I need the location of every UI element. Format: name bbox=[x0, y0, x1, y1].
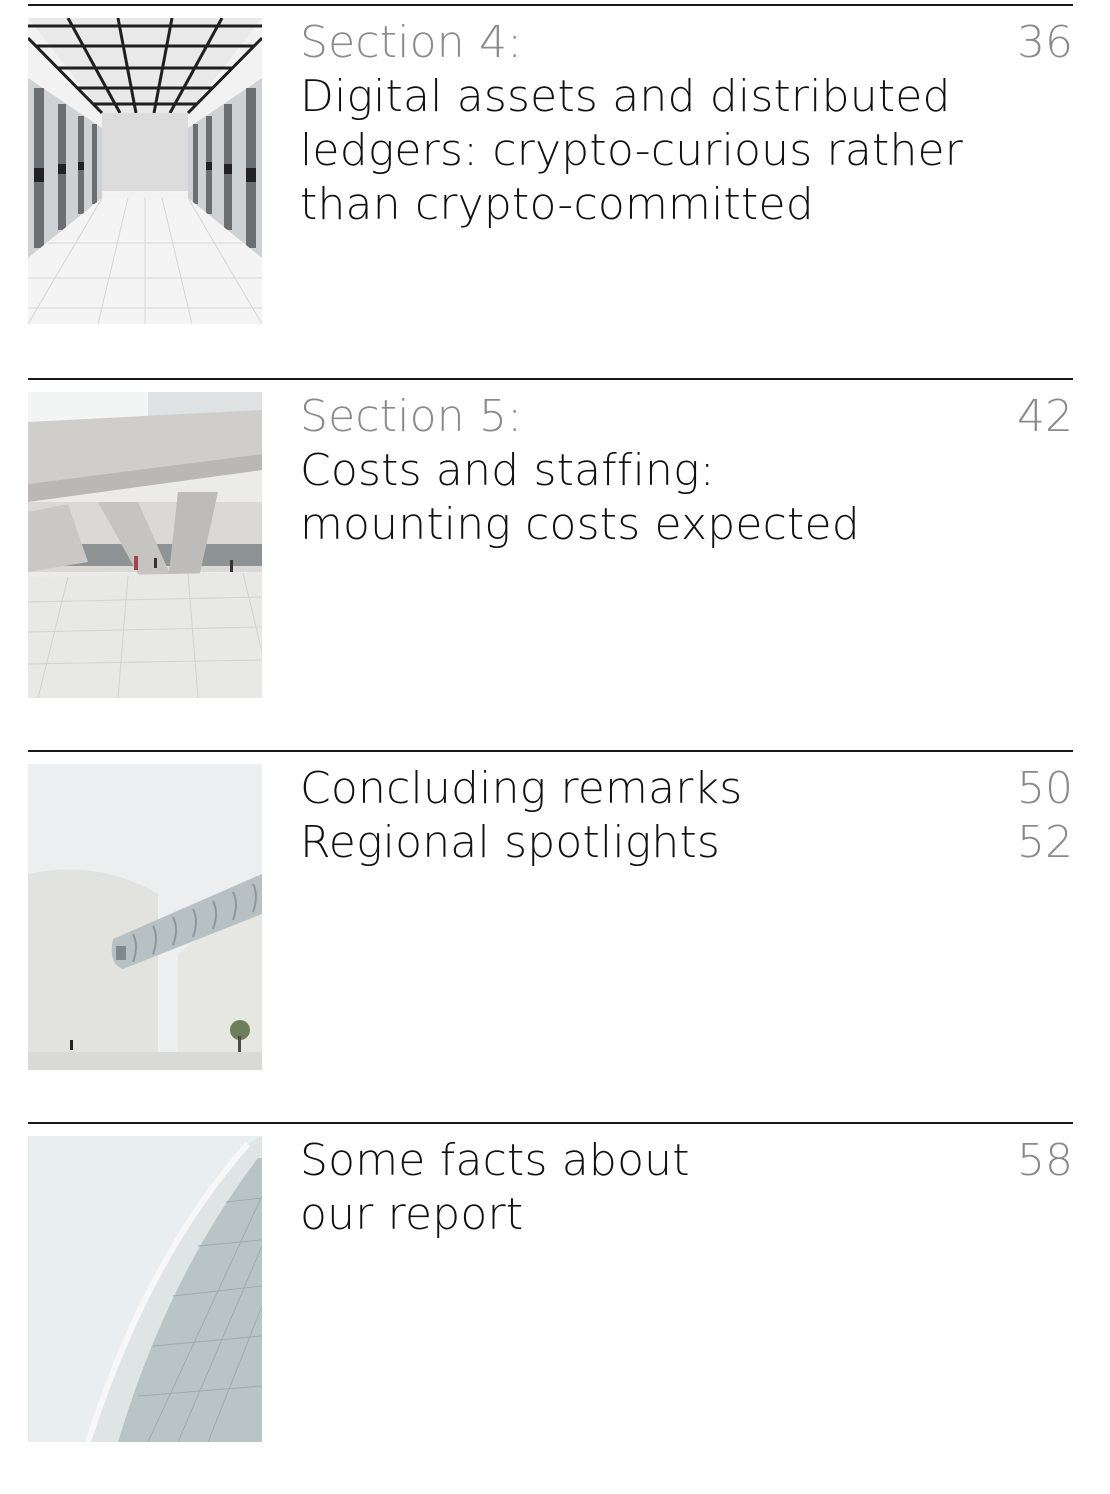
divider bbox=[28, 750, 1073, 752]
title-line: ledgers: crypto-curious rather bbox=[300, 125, 964, 176]
entry-title: Section 5: Costs and staffing: mounting … bbox=[300, 390, 940, 552]
title-line: Costs and staffing: bbox=[300, 445, 715, 496]
page-number[interactable]: 42 bbox=[953, 390, 1073, 444]
divider bbox=[28, 378, 1073, 380]
page-number[interactable]: 36 bbox=[953, 16, 1073, 70]
skywalk-building-image bbox=[28, 764, 262, 1070]
page-number[interactable]: 50 bbox=[953, 762, 1073, 816]
section-label: Section 4: bbox=[300, 17, 523, 68]
toc-entry-concluding[interactable]: Concluding remarks Regional spotlights 5… bbox=[28, 750, 1073, 1122]
server-room-image bbox=[28, 18, 262, 324]
section-label: Section 5: bbox=[300, 391, 523, 442]
title-line: Digital assets and distributed bbox=[300, 71, 951, 122]
page-numbers: 42 bbox=[953, 390, 1073, 444]
page-number[interactable]: 52 bbox=[953, 816, 1073, 870]
title-line: than crypto-committed bbox=[300, 179, 814, 230]
divider bbox=[28, 1122, 1073, 1124]
toc-entry-section-4[interactable]: Section 4: Digital assets and distribute… bbox=[28, 4, 1073, 376]
divider bbox=[28, 4, 1073, 6]
concrete-plaza-image bbox=[28, 392, 262, 698]
page-numbers: 58 bbox=[953, 1134, 1073, 1188]
entry-title: Some facts about our report bbox=[300, 1134, 940, 1242]
title-line: Regional spotlights bbox=[300, 817, 721, 868]
glass-tower-image bbox=[28, 1136, 262, 1442]
page-numbers: 36 bbox=[953, 16, 1073, 70]
entry-title: Concluding remarks Regional spotlights bbox=[300, 762, 940, 870]
title-line: Some facts about bbox=[300, 1135, 690, 1186]
title-line: our report bbox=[300, 1189, 524, 1240]
title-line: mounting costs expected bbox=[300, 499, 860, 550]
title-line: Concluding remarks bbox=[300, 763, 743, 814]
page-number[interactable]: 58 bbox=[953, 1134, 1073, 1188]
entry-title: Section 4: Digital assets and distribute… bbox=[300, 16, 964, 232]
page-numbers: 50 52 bbox=[953, 762, 1073, 870]
toc-entry-facts[interactable]: Some facts about our report 58 bbox=[28, 1122, 1073, 1494]
toc-entry-section-5[interactable]: Section 5: Costs and staffing: mounting … bbox=[28, 378, 1073, 750]
